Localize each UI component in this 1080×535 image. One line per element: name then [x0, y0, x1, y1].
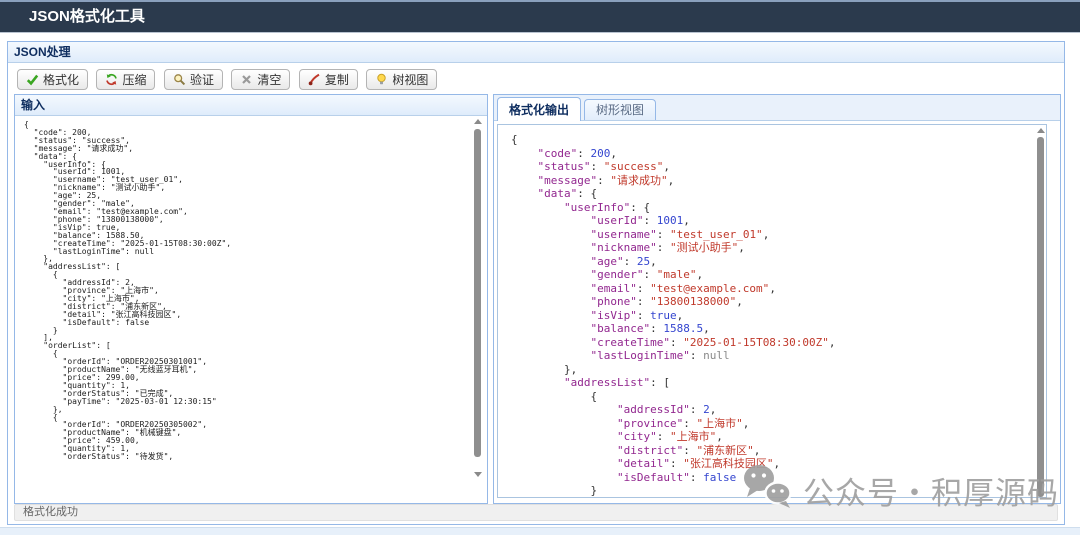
scroll-up-arrow-icon[interactable]	[1037, 128, 1045, 133]
watermark-text: 公众号・积厚源码	[803, 468, 1059, 513]
output-content-box: { "code": 200, "status": "success", "mes…	[497, 124, 1047, 498]
output-panel: 格式化输出 树形视图 { "code": 200, "status": "suc…	[493, 94, 1061, 504]
validate-button[interactable]: 验证	[164, 69, 223, 90]
format-button[interactable]: 格式化	[17, 69, 88, 90]
output-scrollbar-thumb[interactable]	[1037, 137, 1044, 497]
scroll-down-arrow-icon[interactable]	[474, 472, 482, 477]
input-scrollbar[interactable]	[473, 118, 482, 501]
brush-icon	[308, 73, 321, 86]
wechat-icon	[742, 463, 794, 517]
compress-button[interactable]: 压缩	[96, 69, 155, 90]
x-icon	[240, 73, 253, 86]
scroll-up-arrow-icon[interactable]	[474, 119, 482, 124]
app-title: JSON格式化工具	[29, 8, 145, 25]
check-icon	[26, 73, 39, 86]
clear-button[interactable]: 清空	[231, 69, 290, 90]
panel-title: JSON处理	[14, 45, 71, 59]
magnifier-icon	[173, 73, 186, 86]
tab-tree-view[interactable]: 树形视图	[584, 99, 656, 120]
copy-button[interactable]: 复制	[299, 69, 358, 90]
tab-formatted-output[interactable]: 格式化输出	[497, 97, 581, 121]
input-panel: 输入 { "code": 200, "status": "success", "…	[14, 94, 488, 504]
input-scrollbar-thumb[interactable]	[474, 129, 481, 457]
output-tabstrip: 格式化输出 树形视图	[494, 95, 1060, 121]
input-panel-title: 输入	[21, 98, 45, 112]
treeview-button[interactable]: 树视图	[366, 69, 437, 90]
output-scrollbar[interactable]	[1036, 127, 1045, 495]
output-tab-body: { "code": 200, "status": "success", "mes…	[494, 121, 1060, 503]
status-text: 格式化成功	[23, 506, 78, 518]
json-output: { "code": 200, "status": "success", "mes…	[498, 125, 1046, 498]
toolbar: 格式化 压缩 验证 清空 复制 树视图	[8, 64, 1064, 94]
lightbulb-icon	[375, 73, 388, 86]
panel-header: JSON处理	[8, 42, 1064, 63]
input-area[interactable]: { "code": 200, "status": "success", "mes…	[15, 116, 487, 503]
json-process-panel: JSON处理 格式化 压缩 验证 清空 复制 树视图 输入	[7, 41, 1065, 525]
app-title-bar: JSON格式化工具	[0, 0, 1080, 33]
json-input[interactable]: { "code": 200, "status": "success", "mes…	[15, 116, 487, 461]
watermark: 公众号・积厚源码	[742, 463, 1059, 517]
input-panel-header: 输入	[15, 95, 487, 116]
compress-icon	[105, 73, 118, 86]
page-bottom-strip	[0, 527, 1080, 535]
